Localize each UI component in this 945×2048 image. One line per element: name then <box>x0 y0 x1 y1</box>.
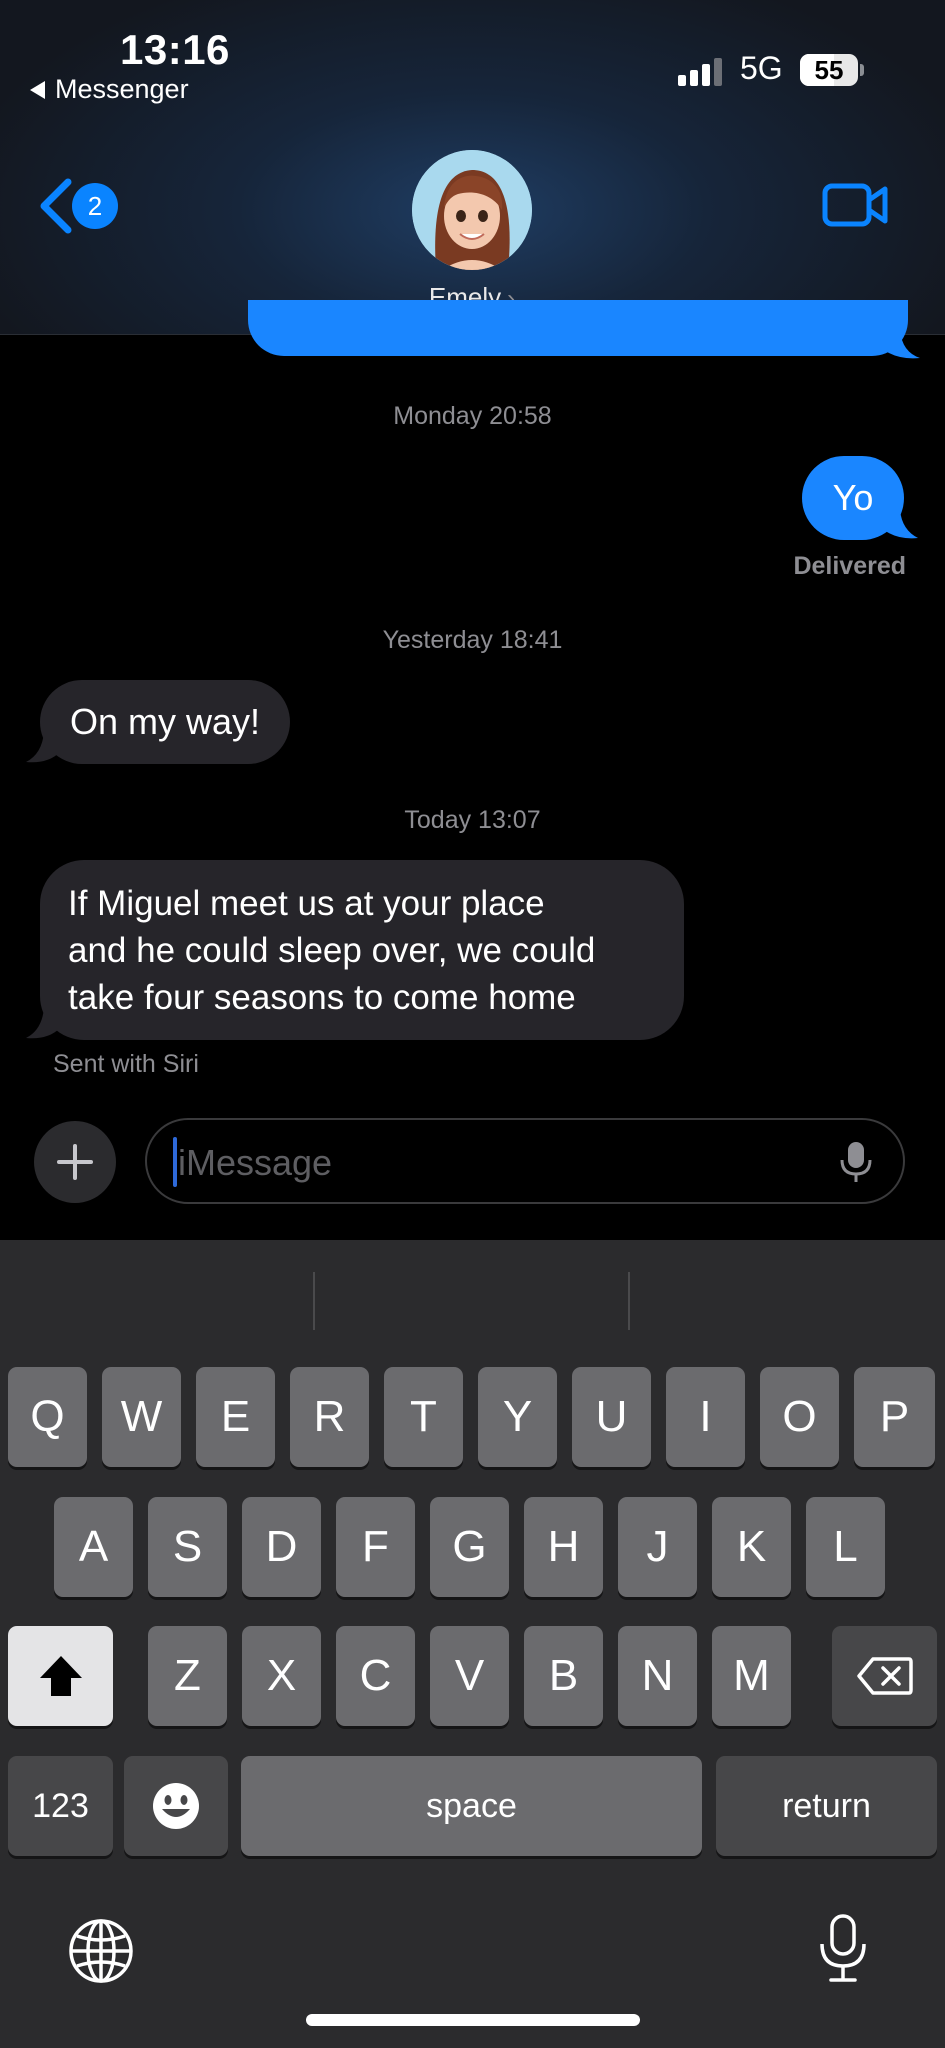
microphone-icon[interactable] <box>838 1140 874 1184</box>
key-l[interactable]: L <box>806 1497 885 1597</box>
back-to-app-link[interactable]: Messenger <box>30 74 189 105</box>
key-s[interactable]: S <box>148 1497 227 1597</box>
numbers-key[interactable]: 123 <box>8 1756 113 1856</box>
key-v[interactable]: V <box>430 1626 509 1726</box>
return-key[interactable]: return <box>716 1756 937 1856</box>
key-x[interactable]: X <box>242 1626 321 1726</box>
memoji-avatar-icon <box>412 150 532 270</box>
unread-badge: 2 <box>72 183 118 229</box>
bubble-tail <box>26 732 60 763</box>
status-time: 13:16 <box>120 26 230 73</box>
timestamp: Yesterday 18:41 <box>382 626 563 654</box>
key-o[interactable]: O <box>760 1367 839 1467</box>
backspace-icon <box>857 1657 913 1695</box>
key-r[interactable]: R <box>290 1367 369 1467</box>
bubble-tail <box>884 510 918 539</box>
home-indicator[interactable] <box>306 2014 640 2026</box>
timestamp: Today 13:07 <box>404 806 541 834</box>
key-d[interactable]: D <box>242 1497 321 1597</box>
message-line: and he could sleep over, we could <box>68 931 596 970</box>
message-line: If Miguel meet us at your place <box>68 884 545 923</box>
back-app-label: Messenger <box>55 74 189 104</box>
key-q[interactable]: Q <box>8 1367 87 1467</box>
key-j[interactable]: J <box>618 1497 697 1597</box>
shift-key[interactable] <box>8 1626 113 1726</box>
plus-icon <box>57 1144 93 1180</box>
back-triangle-icon <box>30 80 45 99</box>
key-g[interactable]: G <box>430 1497 509 1597</box>
key-y[interactable]: Y <box>478 1367 557 1467</box>
battery-indicator: 55 <box>800 54 864 86</box>
bubble-tail <box>26 1008 60 1039</box>
globe-icon[interactable] <box>68 1918 134 1984</box>
key-a[interactable]: A <box>54 1497 133 1597</box>
delivery-status: Delivered <box>793 552 906 580</box>
video-camera-icon[interactable] <box>822 180 888 230</box>
suggestion-divider <box>313 1272 315 1330</box>
key-p[interactable]: P <box>854 1367 935 1467</box>
key-k[interactable]: K <box>712 1497 791 1597</box>
key-f[interactable]: F <box>336 1497 415 1597</box>
emoji-icon <box>153 1783 199 1829</box>
cellular-signal-icon <box>678 58 722 86</box>
emoji-key[interactable] <box>124 1756 228 1856</box>
bubble-tail <box>880 330 920 359</box>
shift-icon <box>40 1656 82 1696</box>
key-w[interactable]: W <box>102 1367 181 1467</box>
battery-percent: 55 <box>814 55 844 85</box>
key-i[interactable]: I <box>666 1367 745 1467</box>
incoming-message[interactable]: If Miguel meet us at your place and he c… <box>40 860 684 1040</box>
timestamp: Monday 20:58 <box>393 402 552 430</box>
backspace-key[interactable] <box>832 1626 937 1726</box>
key-c[interactable]: C <box>336 1626 415 1726</box>
key-z[interactable]: Z <box>148 1626 227 1726</box>
key-h[interactable]: H <box>524 1497 603 1597</box>
previous-outgoing-message[interactable] <box>248 300 908 356</box>
space-key[interactable]: space <box>241 1756 702 1856</box>
text-cursor <box>173 1137 177 1187</box>
message-input-placeholder: iMessage <box>178 1142 333 1183</box>
key-t[interactable]: T <box>384 1367 463 1467</box>
suggestion-divider <box>628 1272 630 1330</box>
key-n[interactable]: N <box>618 1626 697 1726</box>
contact-avatar[interactable] <box>412 150 532 270</box>
message-line: take four seasons to come home <box>68 978 576 1017</box>
apps-plus-button[interactable] <box>34 1121 116 1203</box>
key-b[interactable]: B <box>524 1626 603 1726</box>
network-type: 5G <box>740 50 783 86</box>
key-m[interactable]: M <box>712 1626 791 1726</box>
key-u[interactable]: U <box>572 1367 651 1467</box>
sent-with-siri-label: Sent with Siri <box>53 1050 199 1078</box>
dictation-icon[interactable] <box>818 1914 868 1984</box>
incoming-message[interactable]: On my way! <box>40 680 291 764</box>
key-e[interactable]: E <box>196 1367 275 1467</box>
